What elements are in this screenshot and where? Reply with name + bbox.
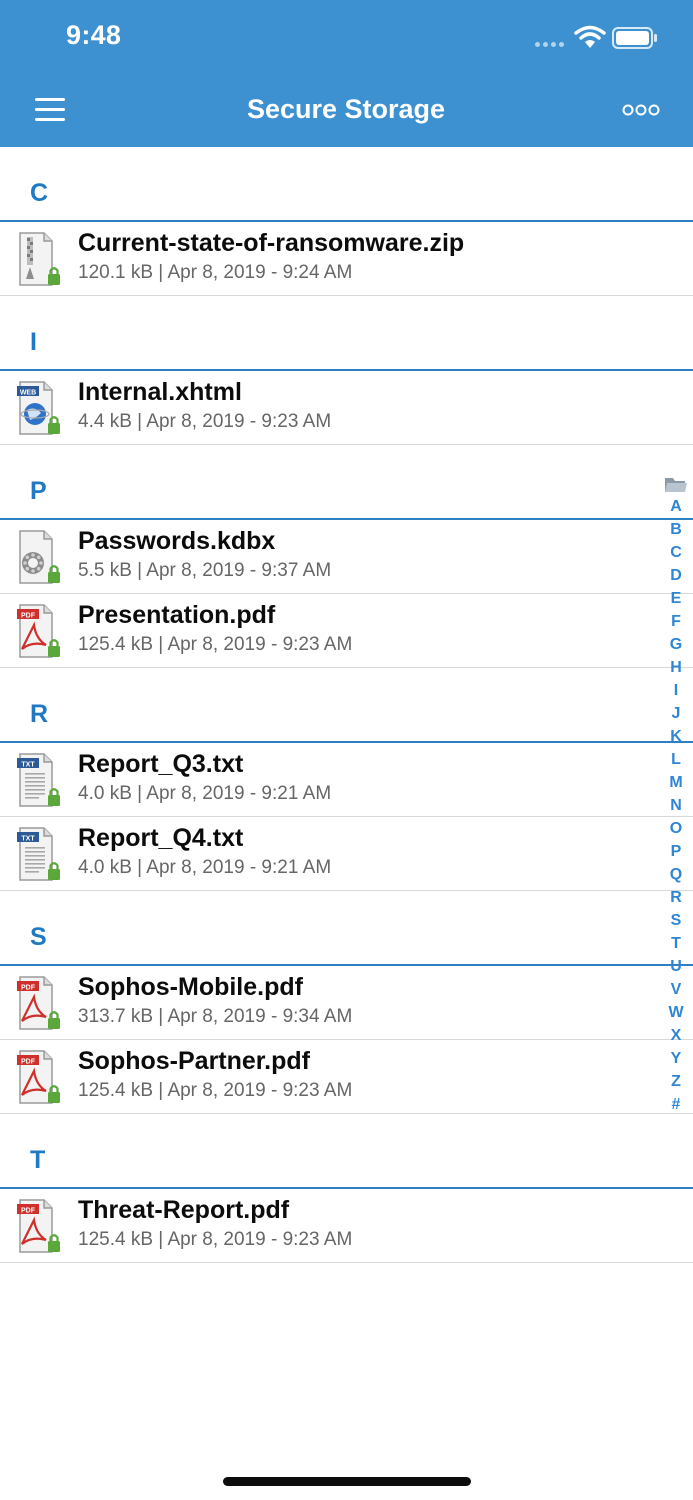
file-row[interactable]: Passwords.kdbx 5.5 kB | Apr 8, 2019 - 9:3… bbox=[0, 520, 693, 594]
index-letter[interactable]: R bbox=[660, 889, 692, 907]
section-letter: P bbox=[30, 477, 47, 505]
file-row[interactable]: TXT Report_Q3.txt 4.0 kB | Apr 8, 2019 - 9… bbox=[0, 743, 693, 817]
file-row[interactable]: PDF Presentation.pdf 125.4 kB | Apr 8, 201… bbox=[0, 594, 693, 668]
file-name: Sophos-Partner.pdf bbox=[78, 1047, 310, 1075]
index-letter[interactable]: Z bbox=[660, 1073, 692, 1091]
svg-text:TXT: TXT bbox=[21, 762, 35, 769]
file-meta: 120.1 kB | Apr 8, 2019 - 9:24 AM bbox=[78, 262, 353, 283]
file-name: Report_Q4.txt bbox=[78, 824, 244, 852]
file-name: Report_Q3.txt bbox=[78, 750, 244, 778]
pdf-file-icon: PDF bbox=[17, 604, 60, 658]
index-letter[interactable]: L bbox=[660, 751, 692, 769]
index-letter[interactable]: H bbox=[660, 659, 692, 677]
svg-text:PDF: PDF bbox=[21, 1059, 36, 1066]
svg-text:PDF: PDF bbox=[21, 613, 36, 620]
index-letter[interactable]: F bbox=[660, 613, 692, 631]
index-letter[interactable]: W bbox=[660, 1004, 692, 1022]
file-name: Current-state-of-ransomware.zip bbox=[78, 229, 465, 257]
file-name: Presentation.pdf bbox=[78, 601, 276, 629]
home-indicator[interactable] bbox=[223, 1477, 471, 1486]
file-name: Passwords.kdbx bbox=[78, 527, 276, 555]
section-letter: T bbox=[30, 1146, 46, 1174]
file-meta: 4.0 kB | Apr 8, 2019 - 9:21 AM bbox=[78, 857, 332, 878]
cellular-signal-icon bbox=[535, 42, 565, 47]
index-letter[interactable]: G bbox=[660, 636, 692, 654]
index-letter[interactable]: J bbox=[660, 705, 692, 723]
index-letter[interactable]: T bbox=[660, 935, 692, 953]
file-name: Internal.xhtml bbox=[78, 378, 242, 406]
generic-file-icon bbox=[19, 530, 60, 584]
pdf-file-icon: PDF bbox=[17, 1199, 60, 1253]
file-row[interactable]: Current-state-of-ransomware.zip 120.1 kB … bbox=[0, 222, 693, 296]
index-letter[interactable]: S bbox=[660, 912, 692, 930]
index-letter[interactable]: U bbox=[660, 958, 692, 976]
index-letter[interactable]: P bbox=[660, 843, 692, 861]
zip-file-icon bbox=[19, 232, 60, 286]
txt-file-icon: TXT bbox=[17, 827, 60, 881]
section-header-r: R bbox=[0, 668, 693, 743]
file-meta: 125.4 kB | Apr 8, 2019 - 9:23 AM bbox=[78, 1229, 353, 1250]
file-list: C Current-state-of-ransomware.zip 120.1 kB… bbox=[0, 147, 693, 1263]
file-row[interactable]: PDF Threat-Report.pdf 125.4 kB | Apr 8, 20… bbox=[0, 1189, 693, 1263]
file-name: Sophos-Mobile.pdf bbox=[78, 973, 303, 1001]
pdf-file-icon: PDF bbox=[17, 1050, 60, 1104]
file-meta: 4.0 kB | Apr 8, 2019 - 9:21 AM bbox=[78, 783, 332, 804]
section-letter: C bbox=[30, 179, 49, 207]
index-letter[interactable]: I bbox=[660, 682, 692, 700]
page-title: Secure Storage bbox=[246, 94, 446, 124]
section-header-s: S bbox=[0, 891, 693, 966]
file-meta: 125.4 kB | Apr 8, 2019 - 9:23 AM bbox=[78, 1080, 353, 1101]
index-letter[interactable]: C bbox=[660, 544, 692, 562]
svg-text:PDF: PDF bbox=[21, 985, 36, 992]
index-letter[interactable]: A bbox=[660, 498, 692, 516]
index-letter[interactable]: O bbox=[660, 820, 692, 838]
index-letter[interactable]: X bbox=[660, 1027, 692, 1045]
pdf-file-icon: PDF bbox=[17, 976, 60, 1030]
file-row[interactable]: TXT Report_Q4.txt 4.0 kB | Apr 8, 2019 - 9… bbox=[0, 817, 693, 891]
web-file-icon: WEB bbox=[17, 381, 60, 435]
index-letter[interactable]: B bbox=[660, 521, 692, 539]
svg-text:PDF: PDF bbox=[21, 1208, 36, 1215]
section-header-t: T bbox=[0, 1114, 693, 1189]
file-row[interactable]: PDF Sophos-Mobile.pdf 313.7 kB | Apr 8, 20… bbox=[0, 966, 693, 1040]
index-letter[interactable]: Y bbox=[660, 1050, 692, 1068]
index-letter[interactable]: M bbox=[660, 774, 692, 792]
file-meta: 4.4 kB | Apr 8, 2019 - 9:23 AM bbox=[78, 411, 332, 432]
status-time: 9:48 bbox=[66, 20, 122, 50]
section-header-i: I bbox=[0, 296, 693, 371]
index-letter[interactable]: E bbox=[660, 590, 692, 608]
index-letter[interactable]: D bbox=[660, 567, 692, 585]
file-row[interactable]: WEB Internal.xhtml 4.4 kB | Apr 8, 2019 - … bbox=[0, 371, 693, 445]
more-options-icon[interactable] bbox=[622, 103, 660, 117]
section-header-p: P bbox=[0, 445, 693, 520]
section-letter: I bbox=[30, 328, 37, 356]
index-letter[interactable]: V bbox=[660, 981, 692, 999]
file-name: Threat-Report.pdf bbox=[78, 1196, 290, 1224]
battery-icon bbox=[612, 27, 657, 49]
wifi-icon bbox=[574, 25, 606, 48]
file-meta: 125.4 kB | Apr 8, 2019 - 9:23 AM bbox=[78, 634, 353, 655]
svg-text:WEB: WEB bbox=[20, 390, 36, 397]
section-header-c: C bbox=[0, 147, 693, 222]
file-meta: 313.7 kB | Apr 8, 2019 - 9:34 AM bbox=[78, 1006, 353, 1027]
index-letter[interactable]: N bbox=[660, 797, 692, 815]
index-letter[interactable]: # bbox=[660, 1096, 692, 1114]
navigation-bar: 9:48 Secure Storage bbox=[0, 0, 693, 147]
folder-icon[interactable] bbox=[664, 474, 688, 494]
alphabet-index[interactable]: A B C D E F G H I J K L M N O P Q R S T U V W X Y Z # bbox=[660, 472, 692, 1122]
section-letter: S bbox=[30, 923, 47, 951]
index-letter[interactable]: K bbox=[660, 728, 692, 746]
file-row[interactable]: PDF Sophos-Partner.pdf 125.4 kB | Apr 8, 2… bbox=[0, 1040, 693, 1114]
file-meta: 5.5 kB | Apr 8, 2019 - 9:37 AM bbox=[78, 560, 332, 581]
index-letter[interactable]: Q bbox=[660, 866, 692, 884]
section-letter: R bbox=[30, 700, 49, 728]
svg-text:TXT: TXT bbox=[21, 836, 35, 843]
hamburger-menu-icon[interactable] bbox=[33, 96, 67, 124]
txt-file-icon: TXT bbox=[17, 753, 60, 807]
